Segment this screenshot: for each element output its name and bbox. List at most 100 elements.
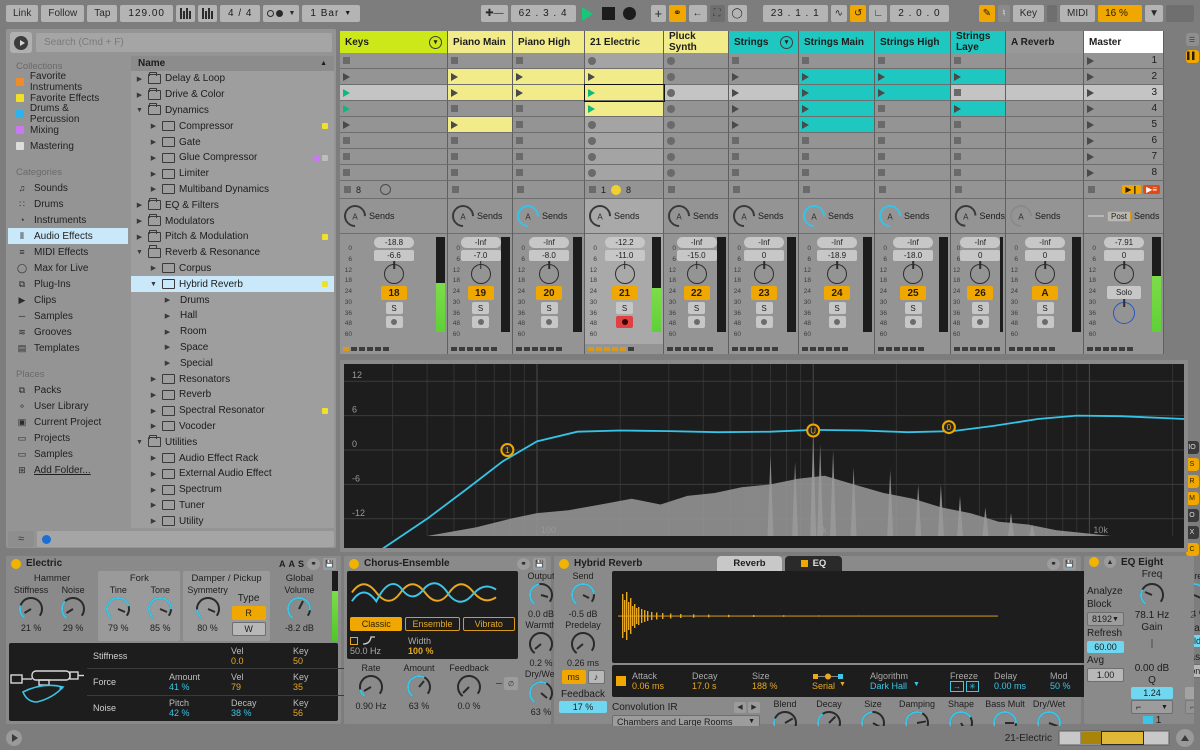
clip-stop-icon[interactable] — [667, 104, 675, 113]
track-header-strings[interactable]: Strings ▾ — [729, 31, 799, 53]
arm-button[interactable] — [540, 316, 558, 328]
clip-slot[interactable] — [448, 53, 513, 69]
clip-stop-icon[interactable] — [802, 57, 809, 64]
sidebar-item-audio-effects[interactable]: ⦀ Audio Effects — [8, 228, 128, 244]
clip-stop-icon[interactable] — [878, 121, 885, 128]
clip-slot[interactable] — [799, 133, 875, 149]
send-value[interactable]: -Inf — [676, 237, 717, 248]
save-preset-icon[interactable]: 💾 — [323, 557, 336, 570]
cue-volume-knob[interactable] — [1113, 302, 1135, 324]
clip-body[interactable] — [813, 101, 874, 115]
clip-slot[interactable] — [664, 133, 729, 149]
clip-slot[interactable] — [585, 133, 664, 149]
clip-stop-icon[interactable] — [732, 137, 739, 144]
solo-button[interactable]: S — [904, 302, 922, 314]
arm-button[interactable] — [828, 316, 846, 328]
clip-stop-icon[interactable] — [516, 137, 523, 144]
scene-launch-icon[interactable] — [1087, 104, 1094, 113]
clip-play-icon[interactable] — [451, 88, 458, 97]
clip-slot[interactable] — [729, 117, 799, 133]
scene-launch-icon[interactable] — [1087, 152, 1094, 161]
track-stop-icon[interactable] — [344, 186, 351, 193]
clip-play-icon[interactable] — [451, 120, 458, 129]
clip-slot[interactable] — [340, 101, 448, 117]
clip-stop-icon[interactable] — [588, 120, 596, 129]
solo-button[interactable]: S — [472, 302, 489, 314]
sidebar-item-drums[interactable]: ∷ Drums — [8, 196, 128, 212]
clip-play-icon[interactable] — [343, 120, 350, 129]
track-stop-cell[interactable] — [1006, 181, 1084, 199]
groove-pool-icon[interactable]: ≈ — [8, 531, 34, 547]
disclosure-collapsed-icon[interactable]: ▶ — [149, 138, 158, 146]
disclosure-collapsed-icon[interactable]: ▶ — [135, 217, 144, 225]
clip-slot[interactable]: 1 — [1084, 53, 1164, 69]
track-stop-cell[interactable]: ▶❙ ▶≡ — [1084, 181, 1164, 199]
pan-knob[interactable] — [614, 264, 635, 284]
clip-slot[interactable] — [448, 149, 513, 165]
send-value[interactable]: -12.2 — [604, 237, 645, 248]
solo-button[interactable]: S — [971, 302, 989, 314]
show-hide-detail-icon[interactable] — [1176, 729, 1194, 747]
track-stop-icon[interactable] — [668, 186, 675, 193]
clip-slot[interactable] — [875, 133, 951, 149]
tree-item[interactable]: ▼ Utilities — [131, 434, 334, 450]
clip-play-icon[interactable] — [954, 104, 961, 113]
clip-slot[interactable] — [799, 117, 875, 133]
tree-column-header[interactable]: Name ▲ — [131, 56, 334, 71]
clip-play-icon[interactable] — [732, 120, 739, 129]
arm-button[interactable] — [385, 316, 403, 328]
sidebar-item-samples[interactable]: ─ Samples — [8, 308, 128, 324]
clip-body[interactable] — [813, 69, 874, 83]
clip-body[interactable] — [527, 69, 584, 83]
send-value[interactable]: -Inf — [817, 237, 857, 248]
matrix-cell[interactable]: Vel 0.0 — [231, 646, 293, 666]
send-value[interactable]: -Inf — [744, 237, 784, 248]
sidebar-item-clips[interactable]: ▶ Clips — [8, 292, 128, 308]
tab-eq[interactable]: EQ — [784, 556, 843, 571]
track-number-badge[interactable]: 26 — [967, 286, 994, 300]
disclosure-collapsed-icon[interactable]: ▶ — [149, 391, 158, 399]
device-activator-icon[interactable] — [11, 558, 21, 569]
disclosure-collapsed-icon[interactable]: ▶ — [149, 185, 158, 193]
clip-stop-icon[interactable] — [516, 153, 523, 160]
scene-launch-icon[interactable] — [1087, 88, 1094, 97]
predelay-unit-ms[interactable]: ms — [561, 670, 586, 684]
track-stop-cell[interactable]: 8 — [340, 181, 448, 199]
pan-knob[interactable] — [1114, 264, 1134, 284]
damper-type-w-button[interactable]: W — [231, 622, 266, 636]
clip-stop-icon[interactable] — [588, 168, 596, 177]
send-value[interactable]: -18.8 — [374, 237, 414, 248]
menu-icon[interactable]: ☰ — [1185, 33, 1199, 46]
clip-stop-icon[interactable] — [878, 105, 885, 112]
pan-knob[interactable] — [903, 264, 923, 284]
place-item-3[interactable]: ▭ Projects — [8, 430, 128, 446]
tree-item[interactable]: ▶ Utility — [131, 513, 334, 528]
clip-slot[interactable] — [951, 117, 1006, 133]
clip-stop-icon[interactable] — [878, 169, 885, 176]
clip-play-icon[interactable] — [732, 104, 739, 113]
track-header-piano-main[interactable]: Piano Main — [448, 31, 513, 53]
solo-button[interactable]: S — [755, 302, 773, 314]
clip-slot[interactable] — [799, 165, 875, 181]
clip-slot[interactable] — [664, 149, 729, 165]
volume-value[interactable]: 0 — [1104, 250, 1144, 261]
chain-a-label[interactable]: A — [279, 559, 286, 569]
track-number-badge[interactable]: 21 — [611, 286, 638, 300]
chain-s-label[interactable]: S — [298, 559, 304, 569]
clip-body[interactable] — [462, 69, 512, 83]
disclosure-collapsed-icon[interactable]: ▶ — [163, 312, 172, 320]
clip-stop-icon[interactable] — [451, 137, 458, 144]
clip-stop-icon[interactable] — [954, 121, 961, 128]
re-enable-automation-button[interactable]: ← — [688, 5, 707, 22]
eq-filter-type-select[interactable]: ⌐▼ — [1130, 700, 1173, 714]
sort-ascending-icon[interactable]: ▲ — [320, 60, 327, 67]
clip-slot[interactable] — [875, 53, 951, 69]
clip-body[interactable] — [527, 85, 584, 99]
track-header-pluck-synth[interactable]: Pluck Synth — [664, 31, 729, 53]
pan-knob[interactable] — [686, 264, 707, 284]
arrangement-position[interactable]: 62 . 3 . 4 — [510, 5, 576, 22]
disclosure-collapsed-icon[interactable]: ▶ — [149, 470, 158, 478]
chorus-hp-freq-value[interactable]: 50.0 Hz — [350, 646, 381, 656]
clip-body[interactable] — [965, 101, 1005, 115]
clip-stop-icon[interactable] — [451, 169, 458, 176]
